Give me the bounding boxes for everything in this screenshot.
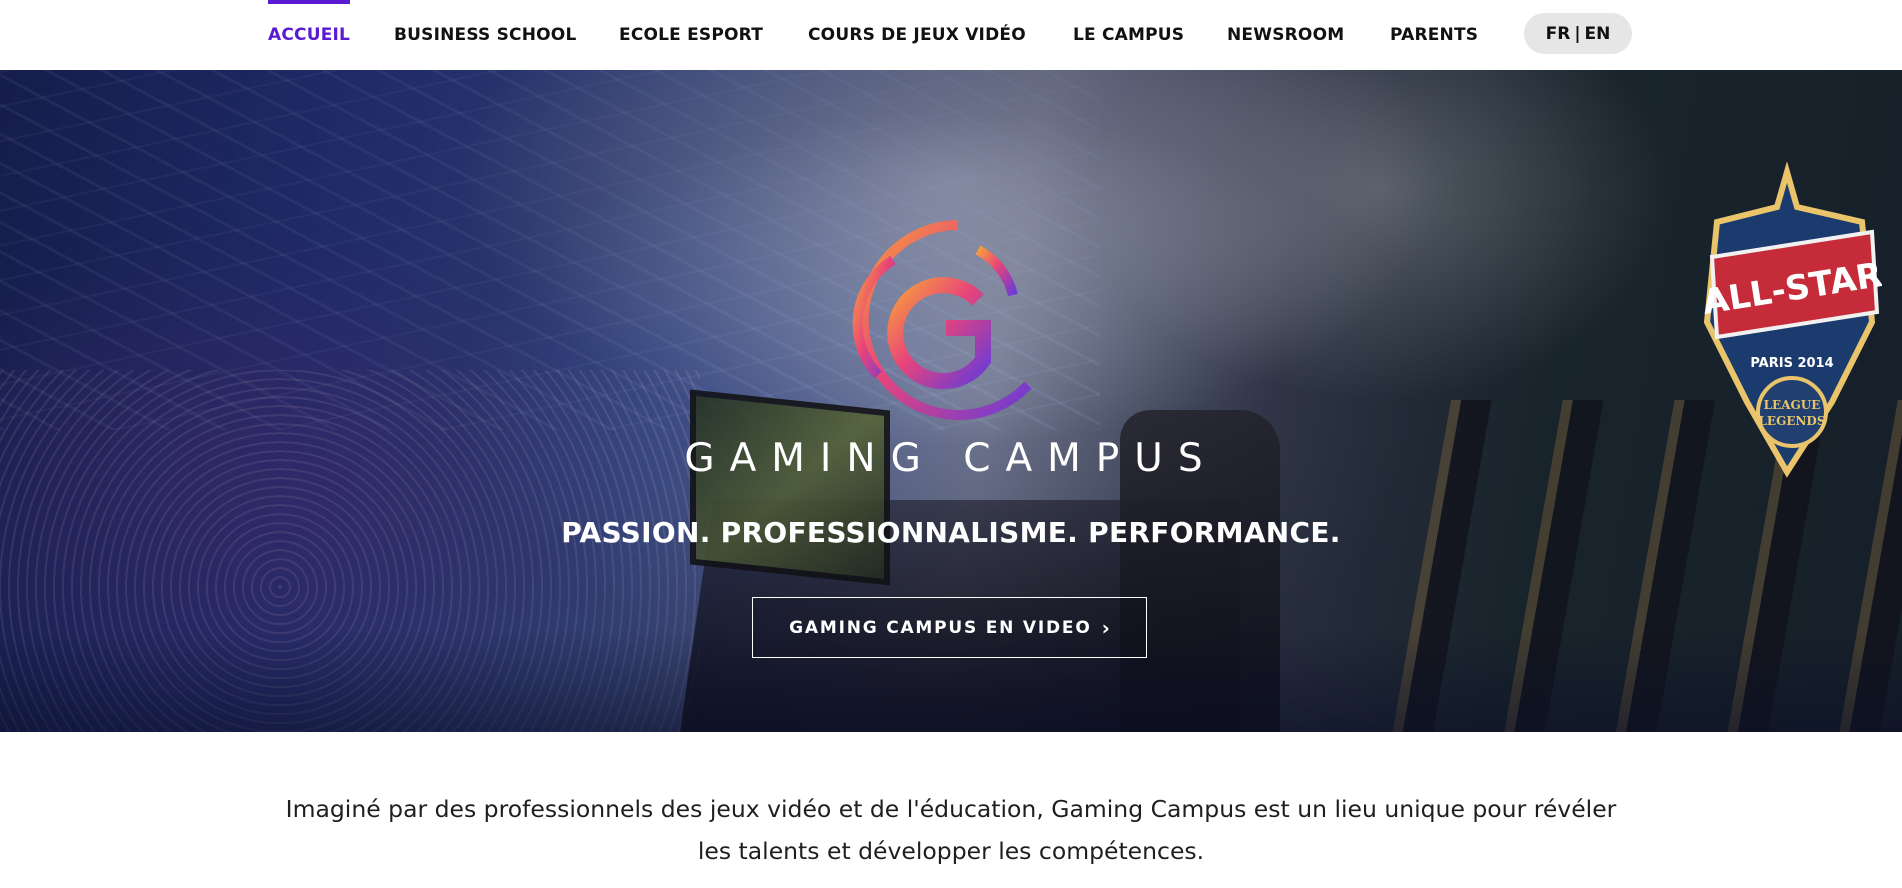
nav-item-label: LE CAMPUS [1073,25,1185,45]
nav-item-label: ECOLE ESPORT [619,25,763,45]
badge-league-line2: LEGENDS [1758,414,1825,428]
nav-item-business-school[interactable]: BUSINESS SCHOOL [394,0,577,70]
gaming-campus-logo-icon [852,220,1032,420]
language-switcher: FR | EN [1524,13,1632,54]
intro-line-1: Imaginé par des professionnels des jeux … [285,795,1617,823]
intro-paragraph: Imaginé par des professionnels des jeux … [251,788,1651,872]
nav-item-accueil[interactable]: ACCUEIL [268,0,351,70]
hero-tagline: PASSION. PROFESSIONNALISME. PERFORMANCE. [561,516,1341,549]
hero-banner: ALL-STAR PARIS 2014 LEAGUE LEGENDS GAMIN… [0,70,1902,732]
nav-item-label: NEWSROOM [1227,25,1345,45]
nav-item-ecole-esport[interactable]: ECOLE ESPORT [619,0,763,70]
active-indicator [268,0,351,4]
hero-title: GAMING CAMPUS [684,436,1218,481]
nav-item-cours-de-jeux-video[interactable]: COURS DE JEUX VIDÉO [808,0,1026,70]
lang-fr-link[interactable]: FR [1546,24,1571,44]
nav-item-newsroom[interactable]: NEWSROOM [1227,0,1344,70]
cta-label: GAMING CAMPUS EN VIDEO [789,617,1092,638]
lang-en-link[interactable]: EN [1585,24,1611,44]
badge-league-line1: LEAGUE [1764,398,1821,412]
intro-line-2: les talents et développer les compétence… [697,837,1205,865]
nav-item-label: BUSINESS SCHOOL [394,25,577,45]
badge-sub-text: PARIS 2014 [1750,356,1833,371]
video-cta-button[interactable]: GAMING CAMPUS EN VIDEO › [752,597,1147,658]
nav-item-parents[interactable]: PARENTS [1390,0,1478,70]
top-nav: ACCUEIL BUSINESS SCHOOL ECOLE ESPORT COU… [0,0,1902,70]
nav-item-le-campus[interactable]: LE CAMPUS [1073,0,1184,70]
nav-item-label: PARENTS [1390,25,1479,45]
nav-item-label: ACCUEIL [268,25,351,45]
nav-item-label: COURS DE JEUX VIDÉO [808,25,1026,45]
lang-separator: | [1574,23,1581,44]
chevron-right-icon: › [1101,615,1110,640]
